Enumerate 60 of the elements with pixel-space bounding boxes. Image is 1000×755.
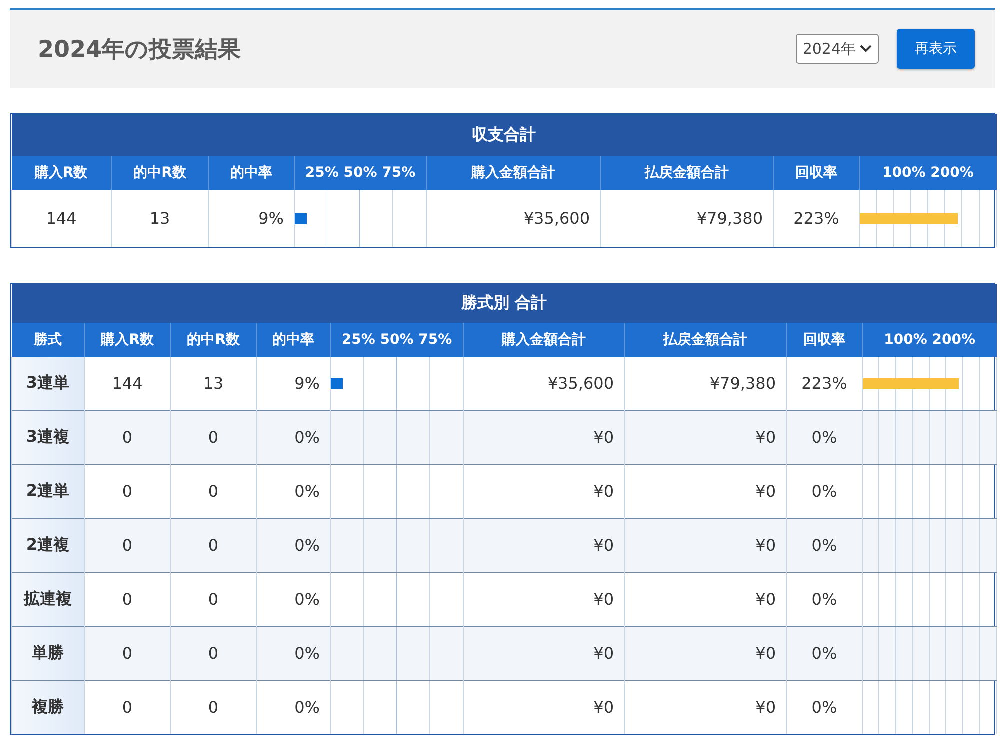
chevron-down-icon	[860, 45, 872, 53]
column-header: 的中率	[256, 323, 330, 357]
table-cell: 0	[84, 680, 170, 734]
table-cell: 0%	[786, 518, 862, 572]
column-header: 100% 200%	[860, 156, 996, 190]
column-header: 購入R数	[12, 156, 112, 190]
column-header: 25% 50% 75%	[330, 323, 464, 357]
table-cell: ¥0	[464, 518, 624, 572]
table-cell: 0%	[256, 626, 330, 680]
table-cell: 0	[170, 680, 256, 734]
table-cell: 0	[84, 518, 170, 572]
table-cell: 0%	[786, 410, 862, 464]
table-cell: 0%	[256, 518, 330, 572]
refresh-button[interactable]: 再表示	[897, 29, 975, 69]
table-cell: 0%	[256, 680, 330, 734]
table-title: 収支合計	[12, 114, 996, 156]
bet-type-cell: 複勝	[12, 680, 84, 734]
bet-type-cell: 2連複	[12, 518, 84, 572]
table-cell: 13	[112, 190, 208, 247]
column-header: 的中率	[208, 156, 294, 190]
table-cell: 0	[170, 626, 256, 680]
table-cell: ¥79,380	[600, 190, 774, 247]
table-cell: ¥0	[624, 626, 786, 680]
bet-type-cell: 2連単	[12, 464, 84, 518]
column-header: 購入金額合計	[464, 323, 624, 357]
column-header: 100% 200%	[862, 323, 997, 357]
table-cell: 0%	[786, 680, 862, 734]
table-cell: 0	[170, 518, 256, 572]
bet-type-cell: 単勝	[12, 626, 84, 680]
column-header: 払戻金額合計	[600, 156, 774, 190]
table-cell: 0%	[256, 410, 330, 464]
column-header: 払戻金額合計	[624, 323, 786, 357]
table-cell: ¥0	[464, 680, 624, 734]
column-header: 購入R数	[84, 323, 170, 357]
page-title: 2024年の投票結果	[38, 36, 242, 64]
table-cell: 0	[170, 410, 256, 464]
bet-type-cell: 3連複	[12, 410, 84, 464]
bet-type-cell: 拡連複	[12, 572, 84, 626]
table-cell: 144	[12, 190, 112, 247]
table-cell: 0%	[786, 626, 862, 680]
year-select[interactable]: 2024年	[796, 34, 879, 64]
column-header: 的中R数	[112, 156, 208, 190]
table-title: 勝式別 合計	[12, 284, 997, 323]
column-header: 25% 50% 75%	[294, 156, 426, 190]
column-header: 購入金額合計	[426, 156, 600, 190]
column-header: 回収率	[786, 323, 862, 357]
table-cell: ¥0	[464, 626, 624, 680]
column-header: 的中R数	[170, 323, 256, 357]
table-cell: 0	[84, 626, 170, 680]
table-cell: ¥0	[624, 680, 786, 734]
table-cell: 9%	[208, 190, 294, 247]
bet-type-cell: 3連単	[12, 357, 84, 410]
table-cell: ¥0	[624, 518, 786, 572]
table-cell: 223%	[774, 190, 860, 247]
table-cell: 0	[84, 410, 170, 464]
column-header: 回収率	[774, 156, 860, 190]
table-cell: ¥0	[464, 410, 624, 464]
table-cell: ¥0	[624, 410, 786, 464]
table-cell: ¥35,600	[426, 190, 600, 247]
column-header: 勝式	[12, 323, 84, 357]
